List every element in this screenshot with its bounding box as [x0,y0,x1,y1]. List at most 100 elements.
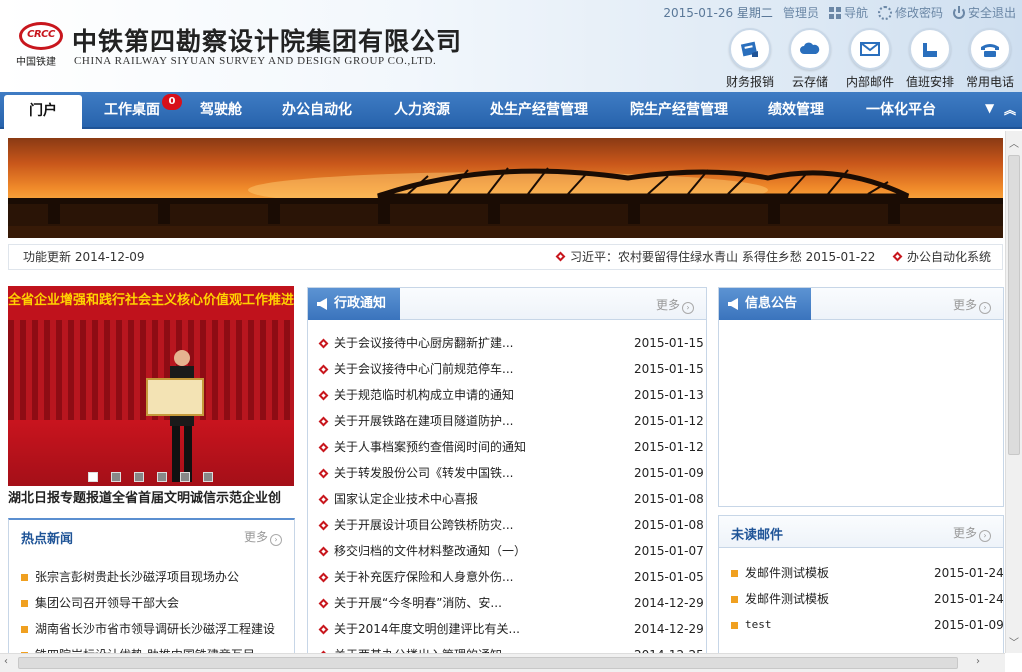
phone-icon [969,28,1011,70]
ticker-update[interactable]: 功能更新 2014-12-09 [23,245,145,269]
more-link[interactable]: 更多 › [244,528,282,546]
scroll-up-icon[interactable]: ︿ [1009,135,1019,150]
mail-item[interactable]: 发邮件测试模板 2015-01-24 [719,560,1003,586]
list-item[interactable]: 国家认定企业技术中心喜报 2015-01-08 [308,486,706,512]
quick-cloud[interactable]: 云存储 [780,28,840,90]
slide-dot[interactable] [111,472,121,482]
diamond-icon [318,416,329,427]
crcc-logo-icon: CRCC [19,22,63,50]
nav-tab-portal[interactable]: 门户 [4,95,82,129]
ticker-item[interactable]: 习近平：农村要留得住绿水青山 系得住乡愁 2015-01-22 [555,245,875,269]
quick-finance[interactable]: 财务报销 [720,28,780,90]
slide-dot[interactable] [88,472,98,482]
chevron-right-icon: › [979,530,991,542]
more-link[interactable]: 更多 › [953,524,991,542]
bullet-icon [21,600,28,607]
nav-tab-performance[interactable]: 绩效管理 [768,92,824,129]
list-item[interactable]: 关于会议接待中心厨房翻新扩建... 2015-01-15 [308,330,706,356]
list-item[interactable]: 集团公司召开领导干部大会 [9,590,294,616]
logout-link[interactable]: 安全退出 [952,4,1016,21]
diamond-icon [318,520,329,531]
bullet-icon [21,626,28,633]
diamond-icon [555,251,566,262]
scroll-thumb[interactable] [18,657,958,669]
list-item[interactable]: 关于开展铁路在建项目隧道防护... 2015-01-12 [308,408,706,434]
photo-caption[interactable]: 湖北日报专题报道全省首届文明诚信示范企业创 [8,489,294,509]
panel-title: 未读邮件 [731,528,784,543]
nav-tab-hr[interactable]: 人力资源 [394,92,450,129]
mail-item[interactable]: test 2015-01-09 [719,612,1003,638]
vertical-scrollbar[interactable]: ︿ ﹀ [1005,131,1022,653]
news-ticker: 功能更新 2014-12-09 习近平：农村要留得住绿水青山 系得住乡愁 201… [8,244,1003,270]
diamond-icon [318,442,329,453]
grid-icon [828,6,841,19]
panel-tab[interactable]: 行政通知 [308,288,401,320]
diamond-icon [892,251,903,262]
quick-phone[interactable]: 常用电话 [960,28,1020,90]
current-user: 管理员 [782,6,819,20]
chevron-right-icon: › [270,534,282,546]
chevron-right-icon: › [682,302,694,314]
mail-icon [849,28,891,70]
chevron-right-icon: › [979,302,991,314]
nav-tab-office-automation[interactable]: 办公自动化 [282,92,352,129]
dropdown-arrow-icon[interactable]: ▼ [985,101,994,115]
nav-tab-platform[interactable]: 一体化平台 [866,92,936,129]
megaphone-icon [728,298,738,310]
slide-dot[interactable] [157,472,167,482]
change-password-link[interactable]: 修改密码 [877,4,943,21]
photo-slideshow[interactable]: 全省企业增强和践行社会主义核心价值观工作推进会 [8,286,294,486]
admin-notice-panel: 行政通知 更多 › 关于会议接待中心厨房翻新扩建... 2015-01-15 关于会… [307,287,707,655]
top-bar: 2015-01-26 星期二 管理员 导航 修改密码 安全退出 [663,4,1016,21]
scroll-thumb[interactable] [1008,155,1020,455]
more-link[interactable]: 更多 › [656,296,694,314]
diamond-icon [318,494,329,505]
list-item[interactable]: 张宗言彭树贵赴长沙磁浮项目现场办公 [9,564,294,590]
list-item[interactable]: 关于规范临时机构成立申请的通知 2015-01-13 [308,382,706,408]
diamond-icon [318,598,329,609]
list-item[interactable]: 关于2014年度文明创建评比有关... 2014-12-29 [308,616,706,642]
slide-dot[interactable] [134,472,144,482]
diamond-icon [318,624,329,635]
bullet-icon [731,622,738,629]
list-item[interactable]: 移交归档的文件材料整改通知（一） 2015-01-07 [308,538,706,564]
list-item[interactable]: 关于补充医疗保险和人身意外伤... 2015-01-05 [308,564,706,590]
mail-item[interactable]: 发邮件测试模板 2015-01-24 [719,586,1003,612]
list-item[interactable]: 关于人事档案预约查借阅时间的通知 2015-01-12 [308,434,706,460]
company-logo: CRCC 中国铁建 [16,22,66,68]
scroll-down-icon[interactable]: ﹀ [1009,634,1019,649]
nav-tab-cockpit[interactable]: 驾驶舱 [200,92,242,129]
nav-tab-dept-production[interactable]: 处生产经营管理 [490,92,588,129]
slide-dot[interactable] [203,472,213,482]
duty-icon [909,28,951,70]
bullet-icon [21,574,28,581]
quick-duty[interactable]: 值班安排 [900,28,960,90]
cloud-icon [789,28,831,70]
quick-mail[interactable]: 内部邮件 [840,28,900,90]
list-item[interactable]: 湖南省长沙市省市领导调研长沙磁浮工程建设 [9,616,294,642]
scroll-left-icon[interactable]: ‹ [4,656,8,667]
nav-tab-inst-production[interactable]: 院生产经营管理 [630,92,728,129]
info-notice-panel: 信息公告 更多 › [718,287,1004,507]
ticker-item[interactable]: 办公自动化系统 [892,245,991,269]
panel-tab[interactable]: 信息公告 [719,288,812,320]
person-figure [170,350,194,482]
diamond-icon [318,546,329,557]
scroll-right-icon[interactable]: › [976,656,980,667]
slide-dot[interactable] [180,472,190,482]
diamond-icon [318,338,329,349]
logo-caption: 中国铁建 [16,57,56,68]
diamond-icon [318,364,329,375]
company-name-en: CHINA RAILWAY SIYUAN SURVEY AND DESIGN G… [74,55,437,67]
collapse-icon[interactable]: ︽ [1004,101,1016,118]
panel-title: 热点新闻 [21,532,74,547]
more-link[interactable]: 更多 › [953,296,991,314]
nav-link[interactable]: 导航 [828,4,868,21]
list-item[interactable]: 关于会议接待中心门前规范停车... 2015-01-15 [308,356,706,382]
horizontal-scrollbar[interactable]: ‹ › [0,653,1005,672]
list-item[interactable]: 关于开展“今冬明春”消防、安... 2014-12-29 [308,590,706,616]
list-item[interactable]: 关于转发股份公司《转发中国铁... 2015-01-09 [308,460,706,486]
list-item[interactable]: 关于开展设计项目公跨铁桥防灾... 2015-01-08 [308,512,706,538]
nav-tab-workdesk[interactable]: 工作桌面 0 [104,92,182,129]
diamond-icon [318,468,329,479]
